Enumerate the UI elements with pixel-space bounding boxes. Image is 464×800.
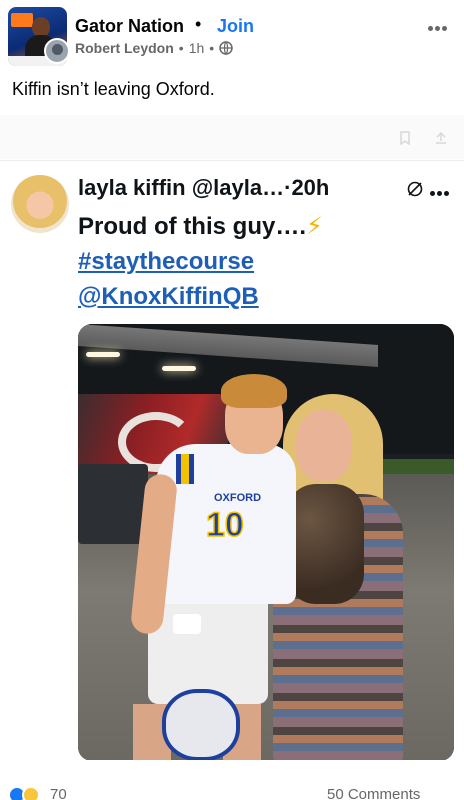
mute-icon[interactable] [405,179,425,199]
post-text: Kiffin isn’t leaving Oxford. [12,79,215,99]
group-name[interactable]: Gator Nation [75,16,184,37]
embedded-tweet: layla kiffin @layla…·20h Proud of this g… [0,160,464,761]
author-avatar[interactable] [44,38,70,64]
author-name[interactable]: Robert Leydon [75,40,174,56]
avatar-face [32,17,50,37]
player-wristband [173,614,201,634]
player-hair [221,374,287,408]
more-horizontal-icon[interactable] [428,18,458,32]
gator-logo-icon [11,13,33,27]
hashtag-link[interactable]: #staythecourse [78,248,254,275]
jersey-stripe [176,454,194,484]
post-meta: Robert Leydon • 1h • [75,40,233,56]
post-stats-bar: 70 50 Comments [0,760,464,800]
tweet-header: layla kiffin @layla…·20h [78,175,398,201]
share-icon [436,131,446,144]
comments-count[interactable]: 50 Comments [327,786,420,800]
lightning-emoji: ⚡ [306,213,323,240]
player-jersey: OXFORD 10 [156,444,296,604]
link-preview-strip [0,115,464,159]
reaction-count[interactable]: 70 [50,786,67,800]
join-button[interactable]: Join [217,16,254,37]
tweet-photo[interactable]: OXFORD 10 [78,324,454,761]
woman-fur-collar [286,484,364,604]
meta-separator: • [178,40,184,56]
post-time[interactable]: 1h [189,40,205,56]
photo-light [86,352,120,357]
tweet-body: Proud of this guy….⚡ #staythecourse @Kno… [78,209,458,314]
post-header: Gator Nation • Join Robert Leydon • 1h • [0,0,464,66]
globe-icon [219,41,233,55]
player-pants [148,594,268,704]
title-separator: • [195,14,202,34]
tweet-handle[interactable]: @layla… [192,175,284,200]
jersey-number: 10 [205,505,244,545]
football-helmet [162,689,240,761]
photo-light [162,366,196,371]
meta-separator: • [209,40,215,56]
photo-cart [78,464,148,544]
tweet-text: Proud of this guy…. [78,213,306,240]
tweet-time: 20h [291,175,330,200]
tweet-avatar[interactable] [11,175,69,233]
mention-link[interactable]: @KnoxKiffinQB [78,283,259,310]
jersey-school: OXFORD [214,492,262,504]
woman-face [296,410,352,482]
haha-reaction-icon[interactable] [22,786,40,800]
tweet-display-name[interactable]: layla kiffin [78,175,186,200]
bookmark-icon [400,131,410,145]
more-horizontal-icon[interactable] [430,183,456,196]
